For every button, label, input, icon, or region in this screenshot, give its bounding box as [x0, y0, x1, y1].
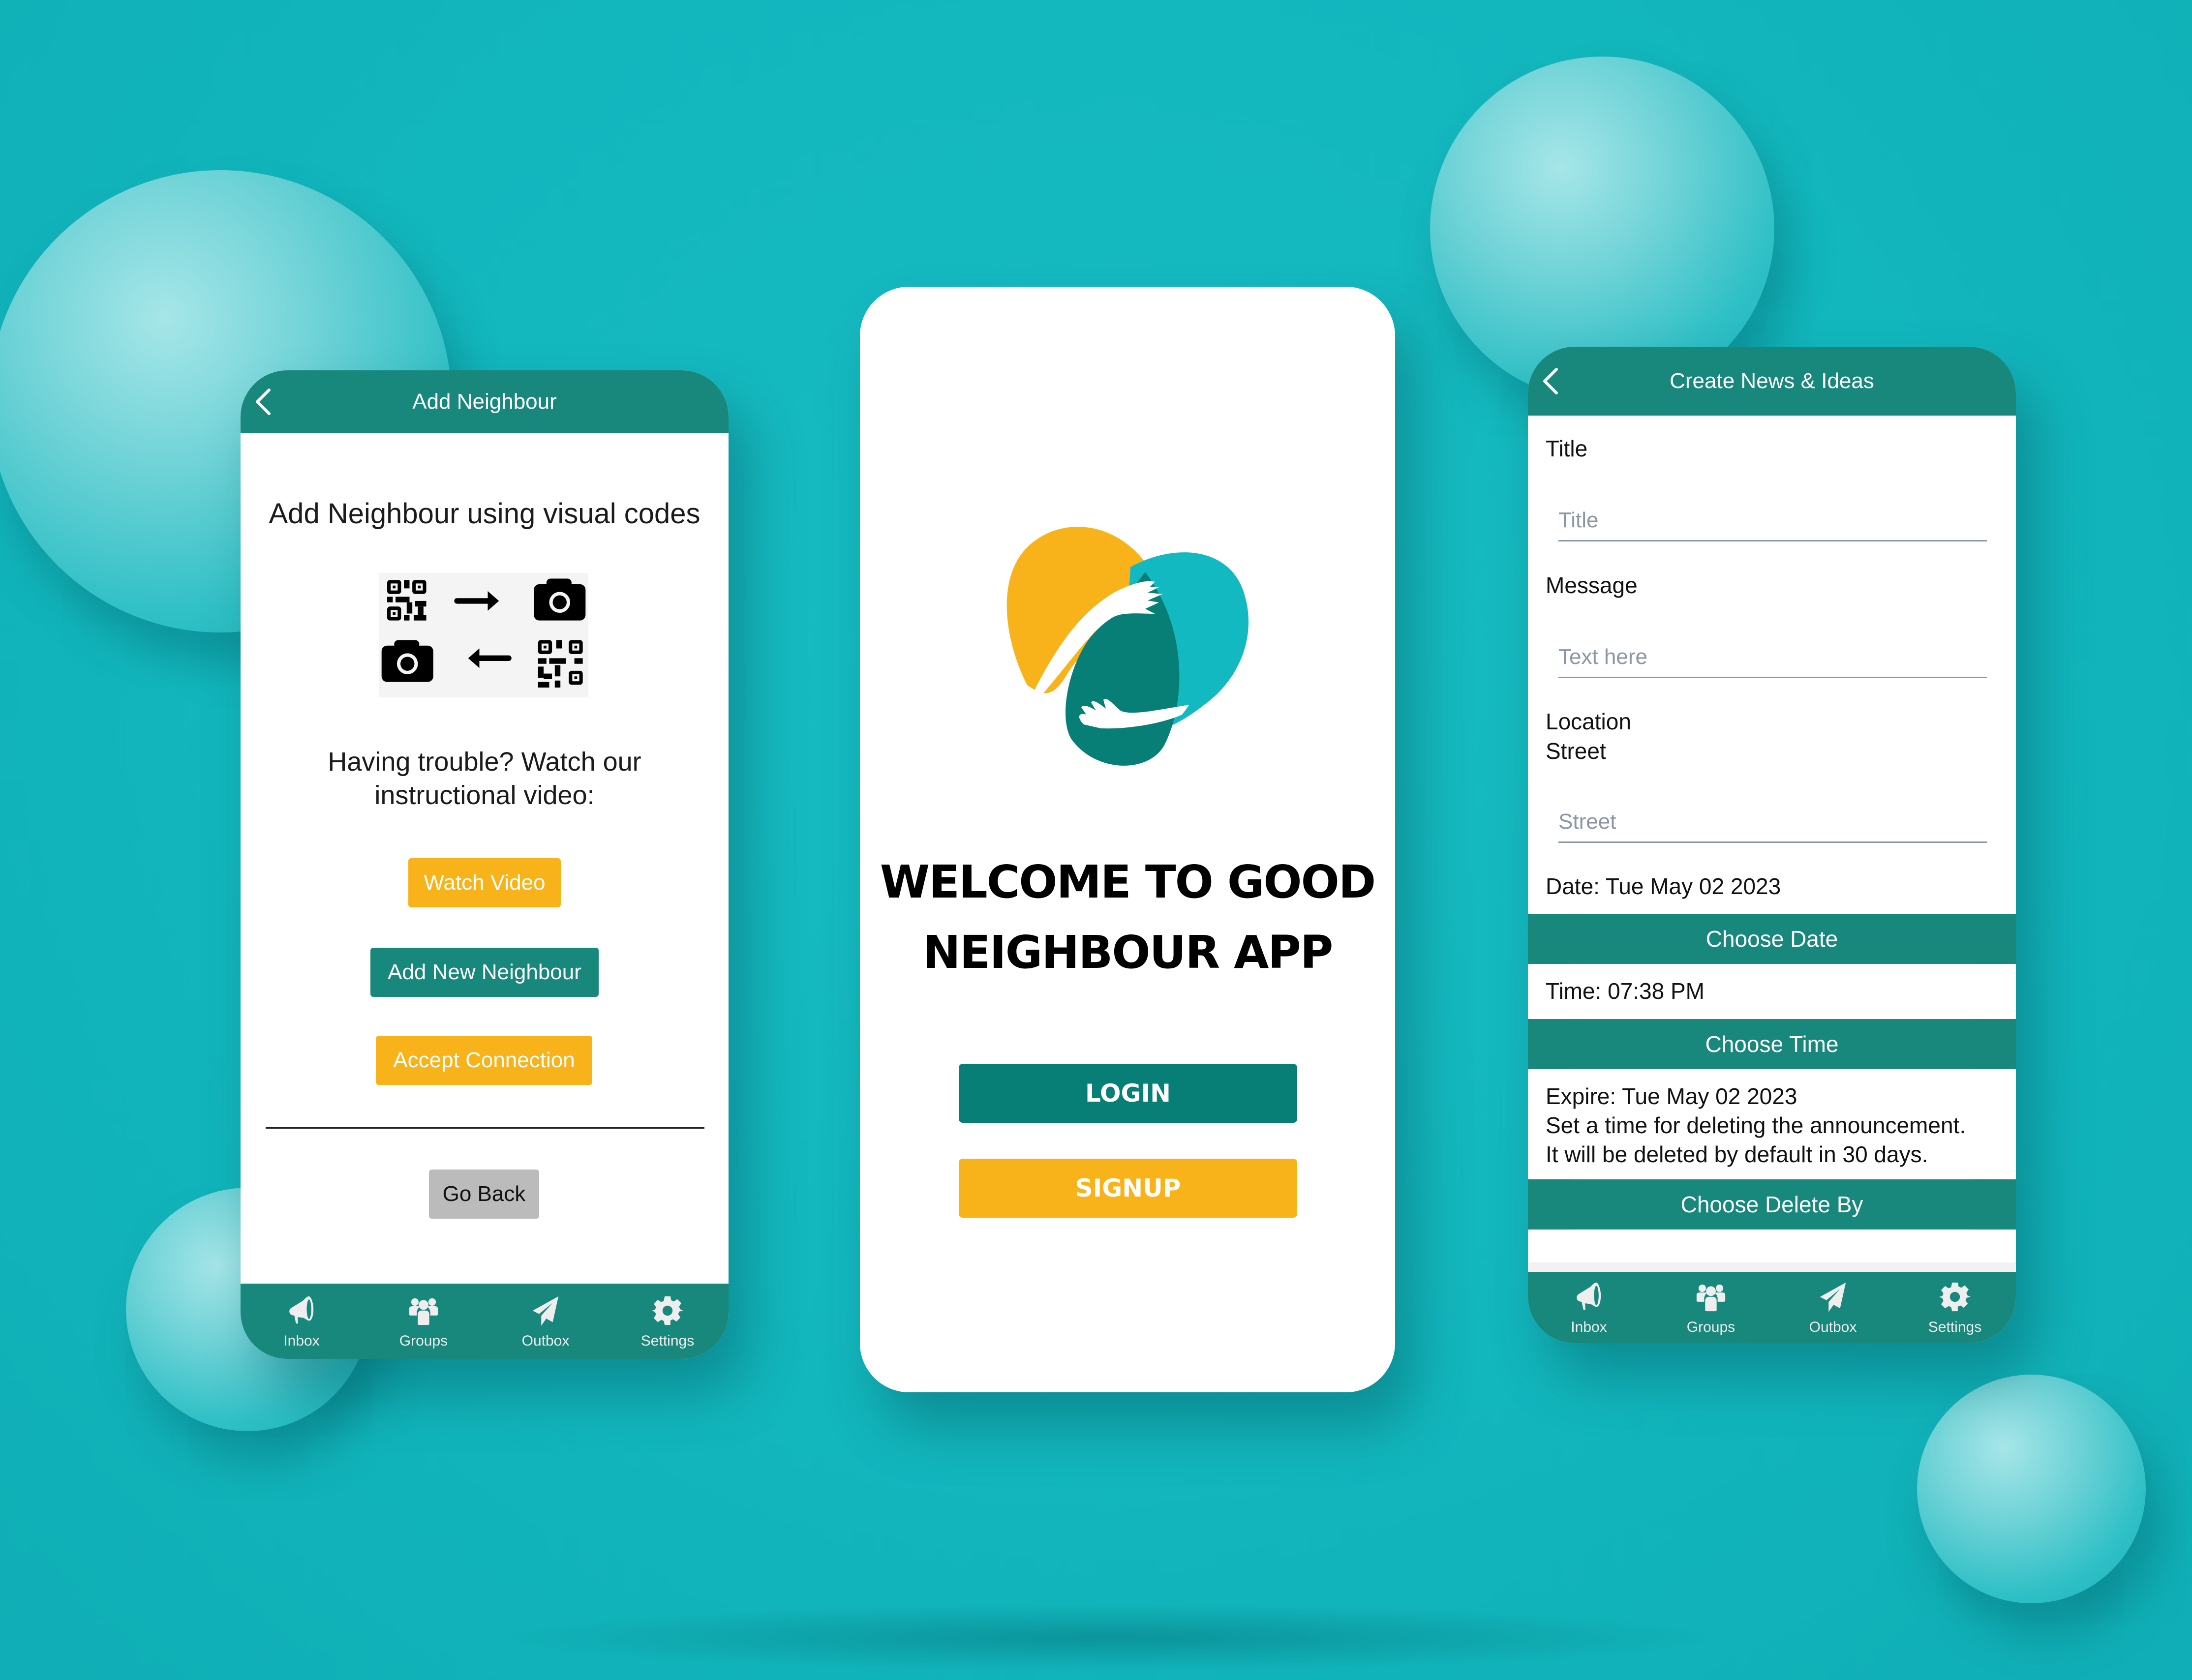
help-text-line1: Having trouble? Watch our: [328, 747, 641, 777]
message-input[interactable]: [1558, 637, 1987, 677]
add-new-neighbour-button[interactable]: Add New Neighbour: [370, 948, 599, 997]
location-label: Location: [1546, 709, 1631, 734]
divider: [266, 1127, 704, 1129]
tab-label: Outbox: [521, 1332, 570, 1349]
login-button[interactable]: LOGIN: [959, 1064, 1297, 1123]
bottom-tab-bar: Inbox Groups Outbox Settings: [1528, 1272, 2016, 1343]
tab-label: Settings: [640, 1332, 695, 1349]
create-news-screen: Create News & Ideas Title Message Locati…: [1528, 347, 2016, 1343]
users-icon: [1696, 1284, 1726, 1311]
accept-connection-button[interactable]: Accept Connection: [376, 1036, 592, 1085]
qr-code-icon: [387, 580, 426, 621]
street-field[interactable]: [1558, 802, 1987, 843]
tab-settings[interactable]: Settings: [1894, 1272, 2016, 1343]
title-input[interactable]: [1558, 501, 1987, 540]
visual-codes-heading: Add Neighbour using visual codes: [269, 498, 700, 530]
decorative-sphere-bottom-right: [1917, 1375, 2146, 1603]
signup-button[interactable]: SIGNUP: [959, 1159, 1297, 1218]
choose-time-band: Choose Time: [1528, 1019, 2016, 1069]
tab-inbox[interactable]: Inbox: [1528, 1272, 1650, 1343]
paper-plane-icon: [532, 1296, 559, 1326]
back-chevron-icon[interactable]: [1541, 366, 1560, 396]
go-back-button[interactable]: Go Back: [429, 1170, 539, 1219]
choose-delete-by-button[interactable]: Choose Delete By: [1570, 1179, 1974, 1230]
tab-groups[interactable]: Groups: [363, 1284, 485, 1359]
tab-label: Inbox: [1571, 1319, 1607, 1335]
expire-note-line1: Set a time for deleting the announcement…: [1546, 1112, 1966, 1138]
megaphone-icon: [1577, 1282, 1601, 1310]
message-label: Message: [1546, 572, 1638, 598]
header-bar: Add Neighbour: [241, 370, 729, 433]
megaphone-icon: [289, 1296, 314, 1324]
choose-time-button[interactable]: Choose Time: [1570, 1019, 1974, 1069]
good-neighbour-logo: [1006, 527, 1249, 766]
paper-plane-icon: [1820, 1282, 1846, 1312]
tab-inbox[interactable]: Inbox: [241, 1284, 363, 1359]
camera-icon: [534, 578, 586, 621]
welcome-heading-line1: WELCOME TO GOOD: [880, 856, 1376, 908]
users-icon: [409, 1298, 438, 1325]
arrow-right-icon: [454, 591, 499, 611]
tab-label: Inbox: [283, 1332, 320, 1349]
back-chevron-icon[interactable]: [253, 387, 273, 417]
message-field[interactable]: [1558, 637, 1987, 678]
tab-label: Outbox: [1809, 1319, 1857, 1335]
expire-note-line2: It will be deleted by default in 30 days…: [1546, 1141, 1928, 1167]
choose-date-button[interactable]: Choose Date: [1570, 914, 1974, 964]
welcome-screen: WELCOME TO GOOD NEIGHBOUR APP LOGIN SIGN…: [860, 287, 1395, 1392]
tab-groups[interactable]: Groups: [1650, 1272, 1772, 1343]
gear-icon: [1939, 1282, 1971, 1311]
tab-outbox[interactable]: Outbox: [1772, 1272, 1894, 1343]
arrow-left-icon: [468, 648, 512, 668]
expire-value: Expire: Tue May 02 2023: [1546, 1083, 1797, 1109]
tab-label: Groups: [1686, 1319, 1735, 1335]
title-label: Title: [1546, 436, 1588, 461]
choose-delete-by-band: Choose Delete By: [1528, 1179, 2016, 1230]
street-label: Street: [1546, 738, 1606, 764]
header-bar: Create News & Ideas: [1528, 347, 2016, 416]
tab-outbox[interactable]: Outbox: [485, 1284, 607, 1359]
header-title: Create News & Ideas: [1670, 369, 1874, 393]
date-value: Date: Tue May 02 2023: [1546, 873, 1781, 899]
help-text-line2: instructional video:: [374, 780, 595, 810]
time-value: Time: 07:38 PM: [1546, 978, 1705, 1004]
add-neighbour-screen: Add Neighbour Add Neighbour using visual…: [241, 370, 729, 1359]
title-field[interactable]: [1558, 501, 1987, 541]
scroll-end-strip: [1528, 1262, 2016, 1272]
tab-label: Groups: [399, 1332, 448, 1349]
visual-code-illustration: [379, 573, 588, 697]
street-input[interactable]: [1558, 802, 1987, 841]
tab-settings[interactable]: Settings: [607, 1284, 729, 1359]
header-title: Add Neighbour: [412, 390, 557, 414]
camera-icon: [381, 640, 433, 682]
choose-date-band: Choose Date: [1528, 914, 2016, 964]
gear-icon: [651, 1296, 684, 1325]
watch-video-button[interactable]: Watch Video: [408, 858, 561, 907]
welcome-heading-line2: NEIGHBOUR APP: [922, 926, 1334, 979]
floor-shadow: [492, 1603, 1722, 1672]
qr-code-icon: [538, 640, 583, 688]
bottom-tab-bar: Inbox Groups Outbox Settings: [241, 1284, 729, 1359]
tab-label: Settings: [1928, 1319, 1982, 1335]
